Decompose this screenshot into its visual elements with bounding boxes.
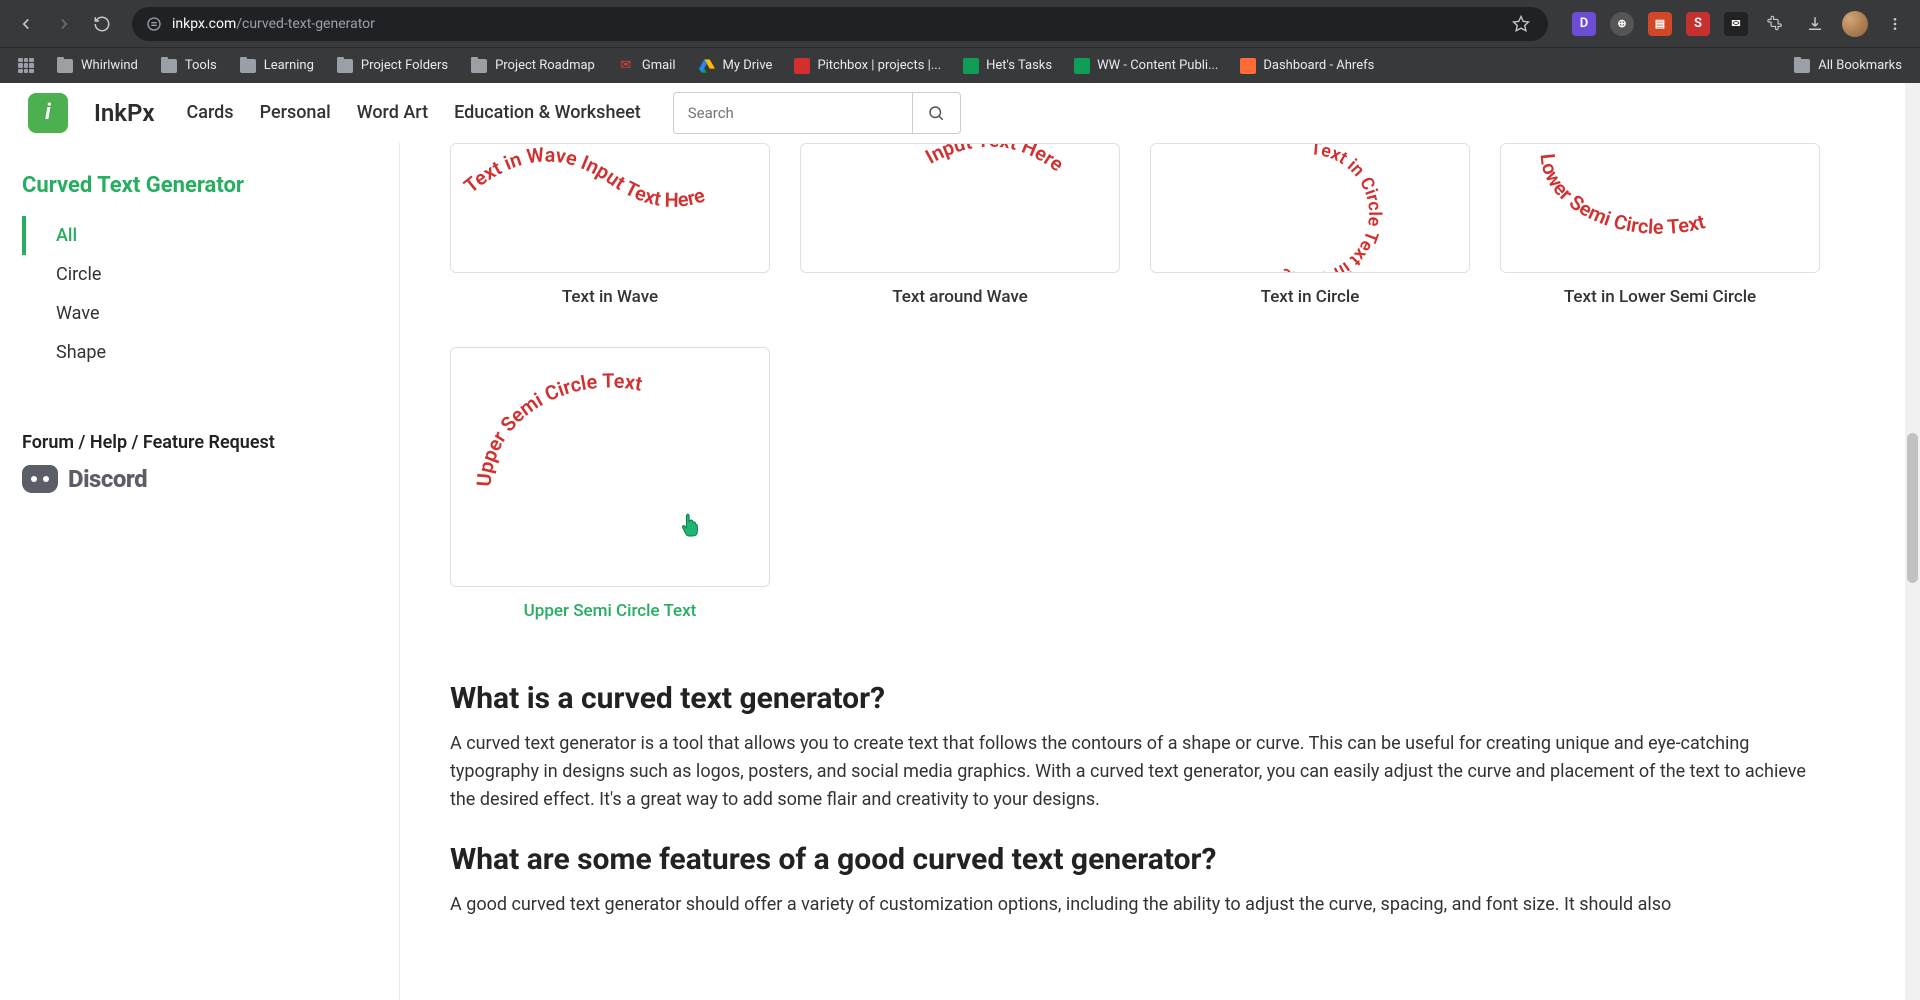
- bookmark-pitchbox[interactable]: Pitchbox | projects |...: [794, 58, 941, 74]
- scrollbar[interactable]: [1905, 83, 1920, 1000]
- svg-text:Input Text Here: Input Text Here: [922, 144, 1068, 176]
- apps-button[interactable]: [18, 58, 34, 74]
- scrollbar-thumb[interactable]: [1907, 433, 1918, 583]
- sidebar-item-wave[interactable]: Wave: [22, 294, 377, 333]
- nav-education[interactable]: Education & Worksheet: [454, 102, 641, 123]
- forum-link[interactable]: Forum / Help / Feature Request: [22, 432, 377, 453]
- card-lower-semi[interactable]: Lower Semi Circle Text Text in Lower Sem…: [1500, 143, 1820, 307]
- downloads-icon[interactable]: [1802, 11, 1828, 37]
- discord-link[interactable]: Discord: [22, 465, 377, 493]
- all-bookmarks[interactable]: All Bookmarks: [1793, 57, 1902, 75]
- logo[interactable]: i: [28, 93, 68, 133]
- bookmark-ahrefs[interactable]: Dashboard - Ahrefs: [1240, 58, 1374, 74]
- menu-icon[interactable]: [1882, 11, 1908, 37]
- nav-wordart[interactable]: Word Art: [357, 102, 428, 123]
- article-heading-1: What is a curved text generator?: [450, 681, 1820, 716]
- url-text: inkpx.com/curved-text-generator: [172, 16, 1498, 32]
- extension-badge-d[interactable]: D: [1572, 12, 1596, 36]
- sidebar-item-all[interactable]: All: [22, 216, 377, 255]
- card-label: Text around Wave: [800, 287, 1120, 307]
- svg-text:Text in Wave Input Text Here: Text in Wave Input Text Here: [460, 144, 708, 212]
- card-label: Text in Wave: [450, 287, 770, 307]
- nav-cards[interactable]: Cards: [187, 102, 234, 123]
- forward-button[interactable]: [50, 10, 78, 38]
- brand-name[interactable]: InkPx: [94, 99, 155, 127]
- address-bar[interactable]: inkpx.com/curved-text-generator: [132, 7, 1548, 41]
- extension-badge-globe[interactable]: ⊕: [1610, 12, 1634, 36]
- reload-button[interactable]: [88, 10, 116, 38]
- article-section: What is a curved text generator? A curve…: [450, 681, 1820, 919]
- nav-personal[interactable]: Personal: [260, 102, 331, 123]
- bookmark-hets-tasks[interactable]: Het's Tasks: [963, 58, 1052, 74]
- svg-text:Lower Semi Circle Text: Lower Semi Circle Text: [1536, 153, 1708, 239]
- article-paragraph-2: A good curved text generator should offe…: [450, 891, 1820, 919]
- search-button[interactable]: [913, 92, 961, 134]
- card-text-around-wave[interactable]: Input Text Here Text around Wave: [800, 143, 1120, 307]
- bookmarks-bar: Whirlwind Tools Learning Project Folders…: [0, 47, 1920, 83]
- main-content: Text in Wave Input Text Here Text in Wav…: [400, 143, 1920, 1000]
- sidebar: Curved Text Generator All Circle Wave Sh…: [0, 143, 400, 1000]
- extension-badge-mail[interactable]: ✉: [1724, 12, 1748, 36]
- sidebar-item-shape[interactable]: Shape: [22, 333, 377, 372]
- star-bookmark-icon[interactable]: [1508, 11, 1534, 37]
- extension-badge-s[interactable]: S: [1686, 12, 1710, 36]
- profile-avatar[interactable]: [1842, 11, 1868, 37]
- card-upper-semi[interactable]: Upper Semi Circle Text Upper Semi Circle…: [450, 347, 770, 621]
- bookmark-learning[interactable]: Learning: [239, 57, 314, 75]
- bookmark-ww[interactable]: WW - Content Publi...: [1074, 58, 1218, 74]
- bookmark-whirlwind[interactable]: Whirlwind: [56, 57, 138, 75]
- svg-text:Text in Circle Text in Circle: Text in Circle Text in Circle: [1277, 144, 1385, 273]
- browser-toolbar: inkpx.com/curved-text-generator D ⊕ ▤ S …: [0, 0, 1920, 47]
- bookmark-gmail[interactable]: ✉Gmail: [617, 57, 676, 75]
- card-text-in-circle[interactable]: Text in Circle Text in Circle Text in Ci…: [1150, 143, 1470, 307]
- extension-badge-doc[interactable]: ▤: [1648, 12, 1672, 36]
- article-paragraph-1: A curved text generator is a tool that a…: [450, 730, 1820, 814]
- bookmark-project-folders[interactable]: Project Folders: [336, 57, 448, 75]
- back-button[interactable]: [12, 10, 40, 38]
- extensions-icon[interactable]: [1762, 11, 1788, 37]
- bookmark-drive[interactable]: My Drive: [698, 57, 773, 75]
- article-heading-2: What are some features of a good curved …: [450, 842, 1820, 877]
- search-input[interactable]: [673, 92, 913, 134]
- sidebar-item-circle[interactable]: Circle: [22, 255, 377, 294]
- card-label: Upper Semi Circle Text: [450, 601, 770, 621]
- discord-icon: [22, 465, 58, 493]
- app-header: i InkPx Cards Personal Word Art Educatio…: [0, 83, 1920, 143]
- sidebar-title: Curved Text Generator: [22, 173, 377, 198]
- site-info-icon[interactable]: [146, 16, 162, 32]
- card-label: Text in Circle: [1150, 287, 1470, 307]
- card-label: Text in Lower Semi Circle: [1500, 287, 1820, 307]
- card-text-in-wave[interactable]: Text in Wave Input Text Here Text in Wav…: [450, 143, 770, 307]
- bookmark-roadmap[interactable]: Project Roadmap: [470, 57, 595, 75]
- bookmark-tools[interactable]: Tools: [160, 57, 217, 75]
- svg-text:Upper Semi Circle Text: Upper Semi Circle Text: [473, 369, 645, 487]
- discord-label: Discord: [68, 465, 147, 493]
